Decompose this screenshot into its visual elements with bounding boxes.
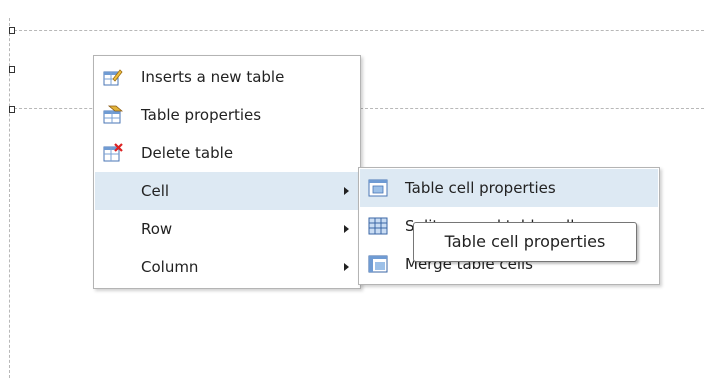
- insert-table-icon: [103, 69, 123, 86]
- menu-item-row[interactable]: Row: [95, 210, 359, 248]
- menu-item-label: Column: [141, 258, 199, 276]
- split-cells-icon: [368, 217, 388, 235]
- table-properties-icon: [103, 105, 123, 124]
- menu-item-cell[interactable]: Cell: [95, 172, 359, 210]
- submenu-arrow-icon: [344, 187, 349, 195]
- menu-item-table-properties[interactable]: Table properties: [95, 96, 359, 134]
- merge-cells-icon: [368, 255, 388, 273]
- menu-item-label: Row: [141, 220, 173, 238]
- cell-properties-icon: [368, 179, 388, 197]
- menu-item-label: Table properties: [141, 106, 262, 124]
- table-border-top: [14, 30, 704, 31]
- submenu-arrow-icon: [344, 263, 349, 271]
- menu-item-column[interactable]: Column: [95, 248, 359, 286]
- menu-item-label: Delete table: [141, 144, 234, 162]
- delete-table-icon: [103, 143, 123, 162]
- submenu-item-cell-properties[interactable]: Table cell properties: [360, 169, 658, 207]
- resize-handle-top[interactable]: [9, 27, 15, 34]
- submenu-arrow-icon: [344, 225, 349, 233]
- menu-item-insert-table[interactable]: Inserts a new table: [95, 58, 359, 96]
- menu-item-label: Inserts a new table: [141, 68, 285, 86]
- context-menu: Inserts a new table Table properties Del…: [93, 55, 361, 289]
- menu-item-label: Table cell properties: [405, 179, 556, 197]
- resize-handle-bottom[interactable]: [9, 106, 15, 113]
- tooltip: Table cell properties: [413, 222, 637, 262]
- menu-item-label: Cell: [141, 182, 170, 200]
- menu-item-delete-table[interactable]: Delete table: [95, 134, 359, 172]
- resize-handle-middle[interactable]: [9, 66, 15, 73]
